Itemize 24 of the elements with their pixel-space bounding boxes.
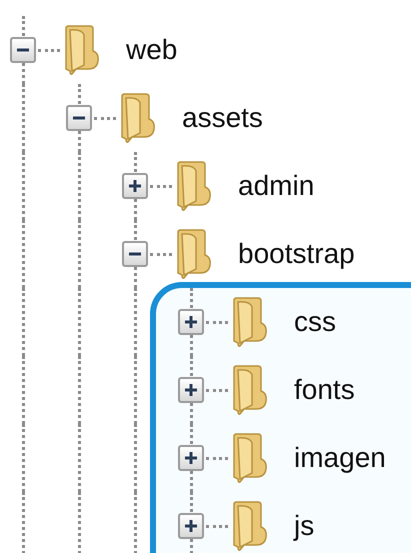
- plus-icon: [185, 316, 197, 328]
- folder-label[interactable]: admin: [238, 172, 314, 200]
- expand-toggle[interactable]: [122, 173, 148, 199]
- folder-label[interactable]: bootstrap: [238, 240, 355, 268]
- plus-icon: [129, 180, 141, 192]
- expand-toggle[interactable]: [178, 445, 204, 471]
- expand-toggle[interactable]: [178, 309, 204, 335]
- folder-label[interactable]: css: [294, 308, 336, 336]
- expand-toggle[interactable]: [178, 513, 204, 539]
- minus-icon: [17, 48, 29, 52]
- minus-icon: [73, 116, 85, 120]
- plus-icon: [185, 384, 197, 396]
- collapse-toggle[interactable]: [66, 105, 92, 131]
- folder-label[interactable]: web: [126, 36, 178, 64]
- folder-label[interactable]: assets: [182, 104, 263, 132]
- plus-icon: [185, 452, 197, 464]
- folder-label[interactable]: imagen: [294, 444, 386, 472]
- collapse-toggle[interactable]: [10, 37, 36, 63]
- collapse-toggle[interactable]: [122, 241, 148, 267]
- folder-label[interactable]: js: [294, 512, 314, 540]
- minus-icon: [129, 252, 141, 256]
- plus-icon: [185, 520, 197, 532]
- folder-label[interactable]: fonts: [294, 376, 355, 404]
- expand-toggle[interactable]: [178, 377, 204, 403]
